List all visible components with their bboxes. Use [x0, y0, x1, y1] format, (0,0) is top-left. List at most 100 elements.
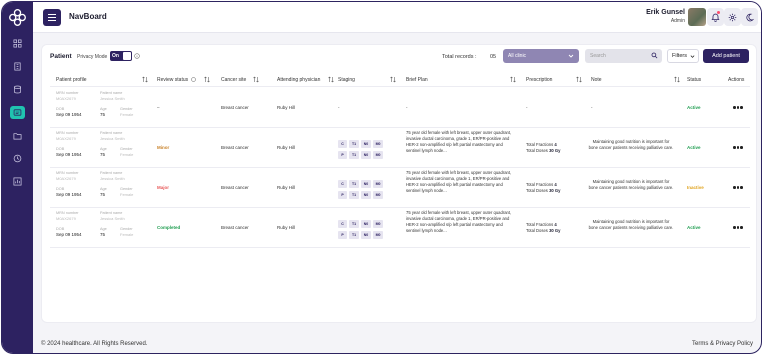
app-frame: NavBoard Erik Gunsel Admin Patient Priva…: [1, 1, 762, 354]
gender-block: Gender Female: [120, 227, 133, 237]
sort-icon[interactable]: [576, 76, 582, 83]
staging: C T1 N0 M0 P T1 N0 M0: [338, 180, 383, 202]
privacy-toggle-text: On: [112, 53, 119, 59]
patient-name-block: Patient name Jessica Smith: [100, 171, 125, 181]
staging-chip: C: [338, 140, 347, 148]
more-actions-icon[interactable]: [733, 146, 743, 149]
attending-physician: Ruby Hill: [277, 145, 296, 150]
age-block: Age 75: [100, 107, 107, 118]
sidebar: [2, 2, 33, 353]
sort-icon[interactable]: [674, 76, 680, 83]
filters-button[interactable]: Filters: [667, 49, 699, 63]
sidebar-item-building[interactable]: [10, 60, 25, 73]
sidebar-item-patients[interactable]: [10, 106, 25, 119]
app-logo-icon[interactable]: [8, 8, 27, 27]
sort-icon[interactable]: [510, 76, 516, 83]
sort-icon[interactable]: [253, 76, 259, 83]
attending-physician: Ruby Hill: [277, 185, 296, 190]
review-status: Minor: [157, 145, 170, 150]
page-title: Patient: [50, 53, 72, 60]
gender-value: Female: [120, 192, 134, 197]
prescription: -: [526, 105, 528, 110]
search-icon[interactable]: [651, 52, 658, 59]
staging-chip: M0: [373, 140, 383, 148]
staging-chip: T1: [349, 220, 359, 228]
staging-chip: N0: [361, 180, 371, 188]
settings-button[interactable]: [724, 8, 741, 26]
more-actions-icon[interactable]: [733, 226, 743, 229]
sidebar-item-folder[interactable]: [10, 129, 25, 142]
sort-icon[interactable]: [204, 76, 210, 83]
staging: -: [338, 105, 340, 110]
note: Maintaining good nutrition is important …: [588, 139, 674, 150]
chevron-down-icon: [568, 54, 574, 58]
review-status: –: [157, 105, 160, 110]
theme-toggle-button[interactable]: [741, 8, 758, 26]
brief-plan: 75 year old female with left breast, upp…: [406, 130, 512, 153]
user-name: Erik Gunsel: [646, 9, 685, 16]
total-fractions-value: 4: [554, 142, 557, 147]
more-actions-icon[interactable]: [733, 106, 743, 109]
search-input[interactable]: Search: [585, 49, 662, 63]
sidebar-item-chart[interactable]: [10, 175, 25, 188]
sort-icon[interactable]: [328, 76, 334, 83]
chart-icon: [13, 177, 22, 186]
staging-chip: M0: [373, 151, 383, 159]
header-status: Status: [687, 77, 702, 83]
clinic-select[interactable]: All clinic: [503, 49, 579, 63]
staging-chip: M0: [373, 180, 383, 188]
staging-chip: C: [338, 180, 347, 188]
sort-icon[interactable]: [390, 76, 396, 83]
header-prescription: Prescription: [526, 77, 553, 83]
staging-chip: M0: [373, 231, 383, 239]
dob-value: Sep 09 1954: [56, 192, 82, 197]
gender-block: Gender Female: [120, 107, 133, 117]
gender-value: Female: [120, 232, 134, 237]
menu-button[interactable]: [43, 9, 61, 26]
staging-chip: T1: [349, 140, 359, 148]
info-icon[interactable]: [134, 53, 140, 59]
status-badge: Inactive: [687, 185, 704, 190]
table-row[interactable]: MRN number M0AX2679 Patient name Jessica Sm…: [50, 88, 750, 128]
staging-chip: M0: [373, 191, 383, 199]
info-icon[interactable]: [191, 77, 196, 82]
sidebar-item-dashboard[interactable]: [10, 37, 25, 50]
staging-clinical-row: C T1 N0 M0: [338, 220, 383, 228]
clinic-select-value: All clinic: [508, 53, 527, 59]
cancer-site: Breast cancer: [221, 225, 249, 230]
brief-plan: 75 year old female with left breast, upp…: [406, 210, 512, 233]
age-block: Age 75: [100, 187, 107, 198]
table-row[interactable]: MRN number M0AX2679 Patient name Jessica Sm…: [50, 128, 750, 168]
privacy-mode-toggle[interactable]: On: [110, 51, 132, 61]
notifications-button[interactable]: [707, 8, 724, 26]
prescription: Total Fractions 4 Total Doses 30 Gy: [526, 182, 560, 194]
table-row[interactable]: MRN number M0AX2679 Patient name Jessica Sm…: [50, 208, 750, 248]
patient-name-value: Jessica Smith: [100, 176, 125, 181]
staging-chip: N0: [361, 151, 371, 159]
add-patient-button[interactable]: Add patient: [703, 49, 749, 63]
sidebar-item-database[interactable]: [10, 83, 25, 96]
patient-name-value: Jessica Smith: [100, 216, 125, 221]
table-row[interactable]: MRN number M0AX2679 Patient name Jessica Sm…: [50, 168, 750, 208]
cancer-site: Breast cancer: [221, 185, 249, 190]
staging-pathologic-row: P T1 N0 M0: [338, 191, 383, 199]
header-attending-physician: Attending physician: [277, 77, 321, 83]
dob-value: Sep 09 1954: [56, 112, 82, 117]
status-badge: Active: [687, 105, 701, 110]
sidebar-item-clock[interactable]: [10, 152, 25, 165]
total-doses-label: Total Doses: [526, 228, 548, 233]
dob-block: DOB Sep 09 1954: [56, 187, 82, 198]
avatar[interactable]: [688, 8, 706, 26]
footer-copyright: © 2024 healthcare. All Rights Reserved.: [41, 341, 148, 347]
sort-icon[interactable]: [142, 76, 148, 83]
patient-name-block: Patient name Jessica Smith: [100, 91, 125, 101]
clock-icon: [13, 154, 22, 163]
age-block: Age 75: [100, 227, 107, 238]
staging-chip: T1: [349, 180, 359, 188]
more-actions-icon[interactable]: [733, 186, 743, 189]
footer-terms-link[interactable]: Terms & Privacy Policy: [692, 341, 753, 347]
gender-value: Female: [120, 152, 134, 157]
status-badge: Active: [687, 145, 701, 150]
header-patient-profile: Patient profile: [56, 77, 87, 83]
age-value: 75: [100, 192, 106, 197]
